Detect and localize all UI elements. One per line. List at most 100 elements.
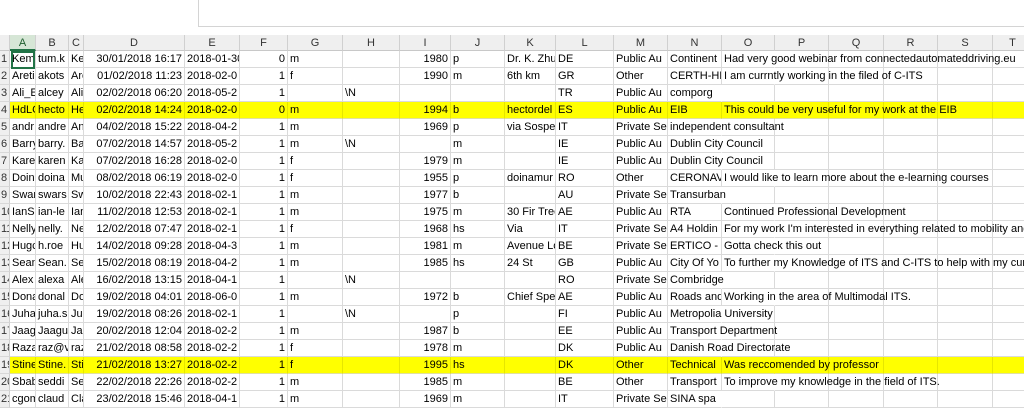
cell-i5[interactable]: 1969: [400, 119, 451, 136]
cell-c6[interactable]: Bar: [69, 136, 84, 153]
cell-a13[interactable]: Sean: [10, 255, 36, 272]
column-header-e[interactable]: E: [185, 35, 240, 51]
column-header-b[interactable]: B: [36, 35, 69, 51]
cell-c21[interactable]: Cla: [69, 391, 84, 408]
cell-o20[interactable]: To improve my knowledge in the field of …: [722, 374, 940, 391]
cell-f1[interactable]: 0: [240, 51, 288, 68]
cell-c7[interactable]: Kar: [69, 153, 84, 170]
cell-c9[interactable]: Sw: [69, 187, 84, 204]
cell-k5[interactable]: via Sospel: [505, 119, 556, 136]
cell-o12[interactable]: Gotta check this out: [722, 238, 821, 255]
cell-m11[interactable]: Private Se: [614, 221, 668, 238]
cell-r12[interactable]: [884, 238, 938, 255]
cell-g15[interactable]: m: [288, 289, 343, 306]
cell-h8[interactable]: [343, 170, 400, 187]
cell-k17[interactable]: [505, 323, 556, 340]
cell-e11[interactable]: 2018-02-1: [185, 221, 240, 238]
cell-b18[interactable]: raz@v: [36, 340, 69, 357]
cell-f6[interactable]: 1: [240, 136, 288, 153]
spreadsheet-grid[interactable]: A B C D E F G H I J K L M N O P Q R S T 1 Kemi tum.k Ke 30/01/20…: [0, 35, 1024, 410]
cell-a10[interactable]: IanSr: [10, 204, 36, 221]
cell-g18[interactable]: f: [288, 340, 343, 357]
cell-h15[interactable]: [343, 289, 400, 306]
row-header[interactable]: 4: [0, 102, 10, 119]
cell-o9[interactable]: [722, 187, 775, 204]
cell-b9[interactable]: swars: [36, 187, 69, 204]
cell-h21[interactable]: [343, 391, 400, 408]
cell-a20[interactable]: Sbab: [10, 374, 36, 391]
cell-a14[interactable]: Alex: [10, 272, 36, 289]
cell-r18[interactable]: [884, 340, 938, 357]
cell-j18[interactable]: m: [451, 340, 505, 357]
column-header-c[interactable]: C: [69, 35, 84, 51]
row-header[interactable]: 7: [0, 153, 10, 170]
cell-a5[interactable]: andr: [10, 119, 36, 136]
cell-t3[interactable]: [993, 85, 1024, 102]
cell-m9[interactable]: Private Se: [614, 187, 668, 204]
cell-e16[interactable]: 2018-02-1: [185, 306, 240, 323]
cell-s19[interactable]: [938, 357, 993, 374]
cell-k8[interactable]: doinamur: [505, 170, 556, 187]
cell-f21[interactable]: 1: [240, 391, 288, 408]
cell-l4[interactable]: ES: [556, 102, 614, 119]
cell-t7[interactable]: [993, 153, 1024, 170]
cell-q12[interactable]: [829, 238, 884, 255]
column-header-q[interactable]: Q: [829, 35, 884, 51]
cell-h17[interactable]: [343, 323, 400, 340]
cell-d11[interactable]: 12/02/2018 07:47: [84, 221, 185, 238]
cell-a19[interactable]: Stine: [10, 357, 36, 374]
cell-l21[interactable]: IT: [556, 391, 614, 408]
cell-j14[interactable]: [451, 272, 505, 289]
cell-j7[interactable]: m: [451, 153, 505, 170]
cell-t4[interactable]: [993, 102, 1024, 119]
cell-q14[interactable]: [829, 272, 884, 289]
cell-g13[interactable]: m: [288, 255, 343, 272]
cell-d9[interactable]: 10/02/2018 22:43: [84, 187, 185, 204]
cell-f11[interactable]: 1: [240, 221, 288, 238]
cell-o11[interactable]: For my work I'm interested in everything…: [722, 221, 1024, 238]
cell-s2[interactable]: [938, 68, 993, 85]
cell-t20[interactable]: [993, 374, 1024, 391]
cell-h6[interactable]: \N: [343, 136, 400, 153]
cell-t17[interactable]: [993, 323, 1024, 340]
cell-b19[interactable]: Stine.: [36, 357, 69, 374]
cell-g20[interactable]: m: [288, 374, 343, 391]
cell-b4[interactable]: hecto: [36, 102, 69, 119]
cell-c15[interactable]: Dor: [69, 289, 84, 306]
cell-l8[interactable]: RO: [556, 170, 614, 187]
cell-n19[interactable]: Technical: [668, 357, 722, 374]
cell-d15[interactable]: 19/02/2018 04:01: [84, 289, 185, 306]
cell-o14[interactable]: [722, 272, 775, 289]
cell-i17[interactable]: 1987: [400, 323, 451, 340]
cell-t2[interactable]: [993, 68, 1024, 85]
cell-e5[interactable]: 2018-04-2: [185, 119, 240, 136]
cell-m12[interactable]: Private Se: [614, 238, 668, 255]
row-header[interactable]: 16: [0, 306, 10, 323]
cell-g11[interactable]: f: [288, 221, 343, 238]
cell-r9[interactable]: [884, 187, 938, 204]
row-header[interactable]: 15: [0, 289, 10, 306]
cell-l6[interactable]: IE: [556, 136, 614, 153]
column-header-m[interactable]: M: [614, 35, 668, 51]
cell-h7[interactable]: [343, 153, 400, 170]
cell-e12[interactable]: 2018-04-3: [185, 238, 240, 255]
cell-i9[interactable]: 1977: [400, 187, 451, 204]
cell-d2[interactable]: 01/02/2018 11:23: [84, 68, 185, 85]
cell-l14[interactable]: RO: [556, 272, 614, 289]
cell-k13[interactable]: 24 St: [505, 255, 556, 272]
cell-m6[interactable]: Public Au: [614, 136, 668, 153]
cell-n14[interactable]: Combridge: [668, 272, 724, 289]
cell-t14[interactable]: [993, 272, 1024, 289]
cell-b15[interactable]: donal: [36, 289, 69, 306]
cell-b12[interactable]: h.roe: [36, 238, 69, 255]
cell-a4[interactable]: HdLC: [10, 102, 36, 119]
cell-i6[interactable]: [400, 136, 451, 153]
column-header-o[interactable]: O: [722, 35, 775, 51]
cell-a1[interactable]: Kemi: [10, 51, 36, 68]
cell-j13[interactable]: hs: [451, 255, 505, 272]
row-header[interactable]: 6: [0, 136, 10, 153]
cell-f18[interactable]: 1: [240, 340, 288, 357]
cell-g10[interactable]: m: [288, 204, 343, 221]
cell-h14[interactable]: \N: [343, 272, 400, 289]
cell-h11[interactable]: [343, 221, 400, 238]
